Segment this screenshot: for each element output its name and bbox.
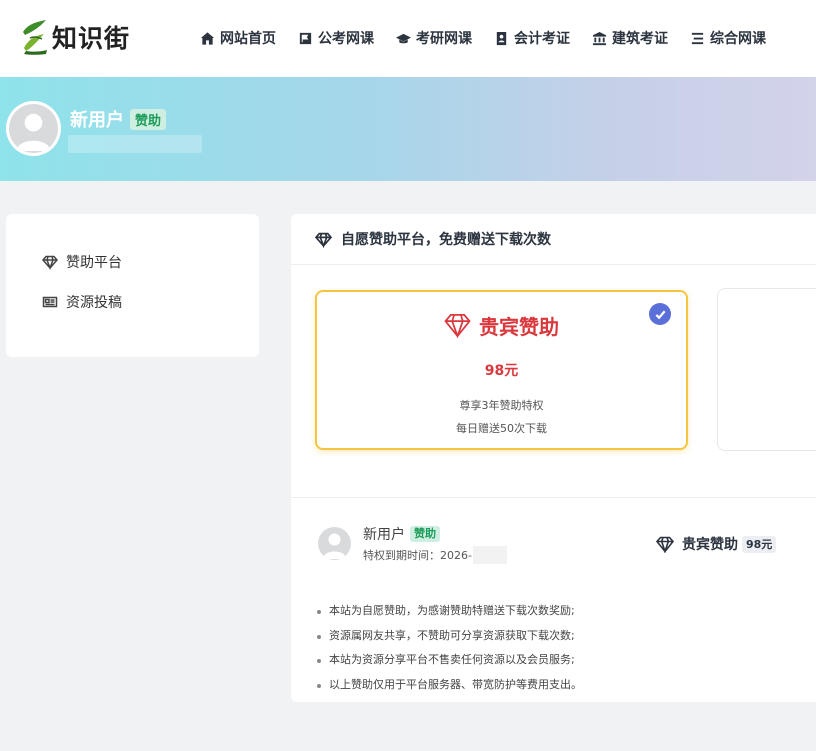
home-icon [200,31,215,45]
diamond-icon [315,232,332,248]
brand-name: 知识街 [52,24,131,53]
user-plan-name: 贵宾赞助 [682,537,738,553]
selected-check-icon [649,303,671,325]
profile-banner: 新用户 赞助 [0,77,816,181]
current-sponsor-row: 新用户 赞助 特权到期时间： 2026- 贵宾赞助 98元 [318,524,798,564]
redacted-info [68,135,202,153]
leaf-logo-icon [23,20,47,55]
plan-title-row: 贵宾赞助 [317,311,686,340]
plan-description: 尊享3年赞助特权 每日赠送50次下载 [317,394,686,440]
list-item: 以上赞助仅用于平台服务器、带宽防护等费用支出。 [315,673,582,698]
plan-title: 贵宾赞助 [479,315,559,339]
panel-title: 自愿赞助平台，免费赠送下载次数 [341,232,551,248]
user-plan: 贵宾赞助 98元 [656,534,777,554]
diamond-icon [444,314,471,338]
newspaper-icon [42,296,58,308]
plan-price: 98元 [484,363,519,379]
sponsor-panel: 自愿赞助平台，免费赠送下载次数 贵宾赞助 98元 尊享3年赞助特权 每日赠送50… [291,214,816,702]
user-silhouette-icon [16,113,51,152]
nav-item-construction[interactable]: 建筑考证 [592,28,668,48]
user-name: 新用户 [363,527,405,543]
bank-icon [592,31,607,45]
expire-label: 特权到期时间： [363,549,440,562]
nav-label: 网站首页 [220,31,276,47]
list-icon [691,32,704,44]
sidebar-item-submit-resource[interactable]: 资源投稿 [6,282,259,322]
diamond-icon [42,255,58,270]
notes-list: 本站为自愿赞助，为感谢赞助特赠送下载次数奖励; 资源属网友共享，不赞助可分享资源… [315,599,582,697]
plan-card-next[interactable] [717,288,816,451]
main-nav: 网站首页 公考网课 考研网课 会计考证 建筑考证 综合网课 [200,28,788,48]
user-name-row: 新用户 赞助 [363,524,440,544]
diamond-icon [656,536,674,553]
nav-item-accounting[interactable]: 会计考证 [494,28,570,48]
nav-item-postgrad[interactable]: 考研网课 [396,28,472,48]
id-card-icon [496,31,507,45]
avatar[interactable] [6,101,61,156]
nav-label: 公考网课 [318,31,374,47]
graduation-cap-icon [396,33,411,43]
profile-name-row: 新用户 赞助 [70,106,167,132]
nav-label: 综合网课 [710,31,766,47]
flag-icon [299,32,312,44]
plan-benefit: 每日赠送50次下载 [456,422,547,435]
plan-benefit: 尊享3年赞助特权 [459,399,544,412]
redacted-date [472,546,507,564]
panel-header: 自愿赞助平台，免费赠送下载次数 [291,214,816,265]
list-item: 本站为自愿赞助，为感谢赞助特赠送下载次数奖励; [315,599,582,624]
user-plan-price: 98元 [742,535,777,553]
nav-item-civil-exam[interactable]: 公考网课 [298,28,374,48]
sidebar-item-sponsor-platform[interactable]: 赞助平台 [6,242,259,282]
sidebar-item-label: 赞助平台 [66,255,122,271]
nav-item-general[interactable]: 综合网课 [690,28,766,48]
sidebar: 赞助平台 资源投稿 [6,214,259,357]
plan-card-vip[interactable]: 贵宾赞助 98元 尊享3年赞助特权 每日赠送50次下载 [315,290,688,450]
nav-label: 考研网课 [416,31,472,47]
sponsor-badge: 赞助 [130,108,167,130]
expire-row: 特权到期时间： 2026- [363,546,507,564]
nav-label: 会计考证 [514,31,570,47]
list-item: 资源属网友共享，不赞助可分享资源获取下载次数; [315,624,582,649]
user-silhouette-icon [323,533,346,559]
nav-label: 建筑考证 [612,31,668,47]
sponsor-badge: 赞助 [410,526,440,542]
list-item: 本站为资源分享平台不售卖任何资源以及会员服务; [315,648,582,673]
expire-value: 2026- [440,548,472,562]
divider [291,497,816,498]
avatar [318,527,351,560]
profile-name: 新用户 [70,110,124,131]
site-logo[interactable]: 知识街 [20,18,130,56]
site-header: 知识街 网站首页 公考网课 考研网课 会计考证 建筑考证 综合网课 [0,0,816,77]
nav-item-home[interactable]: 网站首页 [200,28,276,48]
sidebar-item-label: 资源投稿 [66,295,122,311]
